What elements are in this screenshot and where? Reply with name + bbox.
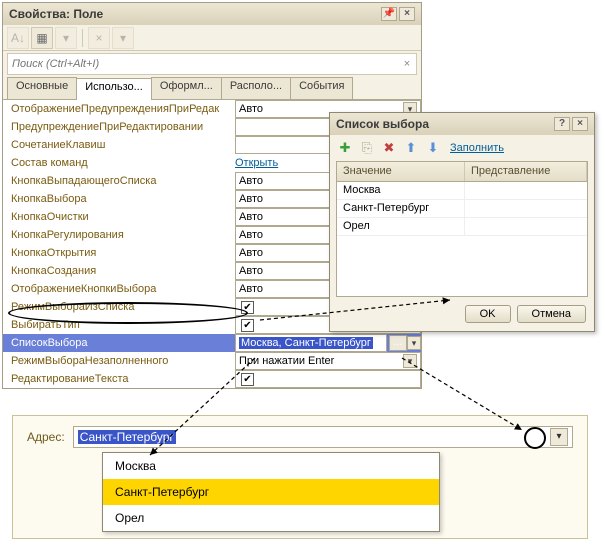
sort-az-button[interactable]: A↓ [7,27,29,49]
address-label: Адрес: [27,430,65,444]
categories-button[interactable]: ▦ [31,27,53,49]
list-row[interactable]: Санкт-Петербург [337,200,587,218]
prop-label: КнопкаОчистки [3,211,235,223]
list-row[interactable]: Орел [337,218,587,236]
tab-3[interactable]: Располо... [221,77,291,99]
tab-1[interactable]: Использо... [76,78,152,100]
search-input[interactable] [8,55,398,73]
tab-4[interactable]: События [290,77,353,99]
search-clear-icon[interactable]: × [398,58,416,70]
list-row[interactable]: Москва [337,182,587,200]
prop-label: РежимВыбораНезаполненного [3,355,235,367]
prop-label: ВыбиратьТип [3,319,235,331]
list-dialog-title: Список выбора [336,117,429,131]
tab-0[interactable]: Основные [7,77,77,99]
address-dropdown-button[interactable]: ▾ [550,428,568,446]
open-link[interactable]: Открыть [235,157,278,169]
pin-icon[interactable]: 📌 [381,7,397,21]
list-header: Значение Представление [337,162,587,182]
list-dialog-toolbar: ✚ ⎘ ✖ ⬆ ⬇ Заполнить [330,135,594,161]
tabs: ОсновныеИспользо...Оформл...Располо...Со… [3,77,421,99]
prop-label: КнопкаВыбора [3,193,235,205]
prop-label: КнопкаОткрытия [3,247,235,259]
prop-row[interactable]: РедактированиеТекста ✔ [3,370,421,388]
dialog-close-icon[interactable]: × [572,117,588,131]
prop-value[interactable]: ✔ [235,370,421,388]
prop-label: РедактированиеТекста [3,373,235,385]
checkbox[interactable]: ✔ [241,373,254,386]
col-value: Значение [337,162,465,181]
prop-label: КнопкаСоздания [3,265,235,277]
prop-label: КнопкаРегулирования [3,229,235,241]
prop-label: КнопкаВыпадающегоСписка [3,175,235,187]
dropdown-button[interactable]: ▾ [55,27,77,49]
checkbox[interactable]: ✔ [241,319,254,332]
more-button[interactable]: ▾ [112,27,134,49]
list-dialog-titlebar: Список выбора ? × [330,113,594,135]
prop-row[interactable]: СписокВыбораМосква, Санкт-Петербург...▾ [3,334,421,352]
close-icon[interactable]: × [399,7,415,21]
ok-button[interactable]: OK [465,305,511,323]
prop-label: ПредупреждениеПриРедактировании [3,121,235,133]
delete-icon[interactable]: ✖ [380,139,398,157]
add-icon[interactable]: ✚ [336,139,354,157]
properties-toolbar: A↓ ▦ ▾ × ▾ [3,25,421,51]
tab-2[interactable]: Оформл... [151,77,222,99]
chevron-down-icon[interactable]: ▾ [403,354,417,368]
col-presentation: Представление [465,162,587,181]
address-dropdown: МоскваСанкт-ПетербургОрел [102,452,440,532]
address-value: Санкт-Петербург [78,430,176,444]
prop-row[interactable]: РежимВыбораНезаполненногоПри нажатии Ent… [3,352,421,370]
move-up-icon[interactable]: ⬆ [402,139,420,157]
list-dialog: Список выбора ? × ✚ ⎘ ✖ ⬆ ⬇ Заполнить Зн… [329,112,595,332]
prop-label: ОтображениеПредупрежденияПриРедак [3,103,235,115]
fill-link[interactable]: Заполнить [450,142,504,154]
prop-label: СписокВыбора [3,337,235,349]
chevron-down-icon[interactable]: ▾ [407,336,421,350]
prop-label: РежимВыбораИзСписка [3,301,235,313]
checkbox[interactable]: ✔ [241,301,254,314]
properties-titlebar: Свойства: Поле 📌 × [3,3,421,25]
clear-button[interactable]: × [88,27,110,49]
search-box[interactable]: × [7,53,417,75]
list-table: Значение Представление МоскваСанкт-Петер… [336,161,588,297]
prop-label: ОтображениеКнопкиВыбора [3,283,235,295]
dropdown-option[interactable]: Орел [103,505,439,531]
prop-value[interactable]: Москва, Санкт-Петербург...▾ [235,334,421,352]
prop-label: СочетаниеКлавиш [3,139,235,151]
properties-title: Свойства: Поле [9,7,103,21]
address-field[interactable]: Санкт-Петербург ▾ [73,426,573,448]
prop-value[interactable]: При нажатии Enter▾ [235,352,421,370]
dropdown-option[interactable]: Санкт-Петербург [103,479,439,505]
help-icon[interactable]: ? [554,117,570,131]
prop-label: Состав команд [3,157,235,169]
dropdown-option[interactable]: Москва [103,453,439,479]
cancel-button[interactable]: Отмена [517,305,586,323]
move-down-icon[interactable]: ⬇ [424,139,442,157]
ellipsis-button[interactable]: ... [389,335,407,351]
copy-icon[interactable]: ⎘ [358,139,376,157]
